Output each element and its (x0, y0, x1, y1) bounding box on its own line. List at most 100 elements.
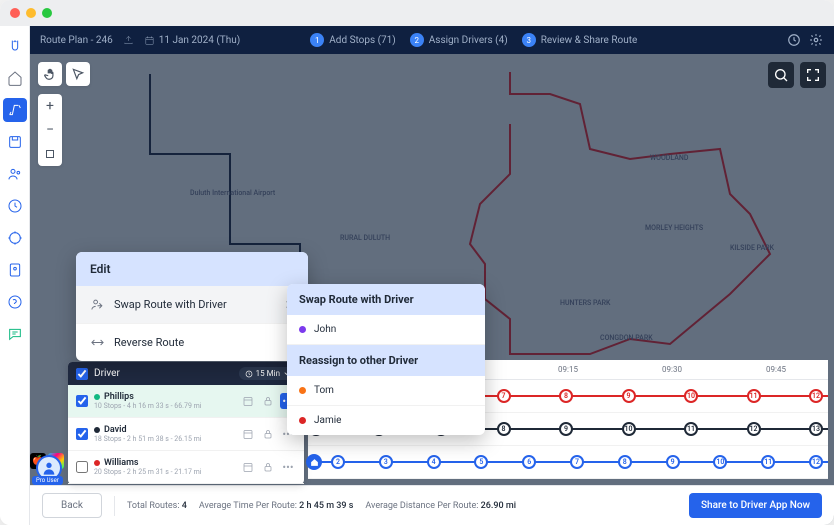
driver-checkbox[interactable] (76, 428, 88, 440)
select-all-drivers[interactable] (76, 368, 88, 380)
timeline-stop[interactable]: 12 (809, 389, 823, 403)
timeline-stop[interactable]: 10 (713, 455, 727, 469)
avg-time-stat: Average Time Per Route: 2 h 45 m 39 s (199, 501, 354, 511)
timeline-stop[interactable]: 8 (559, 389, 573, 403)
driver-panel-header: Driver 15 Min (68, 362, 304, 385)
driver-row[interactable]: David 18 Stops - 2 h 51 m 38 s - 26.15 m… (68, 418, 304, 451)
context-menu: Edit Swap Route with Driver Reverse Rout… (76, 252, 308, 361)
driver-stats: 20 Stops - 2 h 25 m 31 s - 21.17 mi (94, 468, 234, 476)
avg-dist-stat: Average Distance Per Route: 26.90 mi (365, 501, 516, 511)
driver-checkbox[interactable] (76, 461, 88, 473)
footer: Back Total Routes: 4 Average Time Per Ro… (30, 485, 834, 525)
topbar: Route Plan - 246 11 Jan 2024 (Thu) 1Add … (30, 26, 834, 54)
driver-name: Williams (94, 458, 234, 468)
search-map-button[interactable] (768, 62, 794, 88)
timeline-row: 2 3 4 5 6 7 8 9 10 11 12 (308, 446, 828, 479)
sub-header-swap: Swap Route with Driver (287, 284, 485, 315)
logo-icon[interactable] (3, 34, 27, 58)
time-icon[interactable] (3, 194, 27, 218)
more-icon[interactable]: ••• (280, 459, 296, 475)
timeline-stop[interactable]: 7 (570, 455, 584, 469)
driver-name: David (94, 425, 234, 435)
timeline-stop[interactable]: 5 (474, 455, 488, 469)
users-icon[interactable] (3, 162, 27, 186)
titlebar (0, 0, 834, 26)
home-icon[interactable] (3, 66, 27, 90)
timeline-stop[interactable]: 10 (622, 422, 636, 436)
timeline-stop[interactable]: 8 (618, 455, 632, 469)
ctx-swap-route[interactable]: Swap Route with Driver (76, 286, 308, 324)
share-button[interactable]: Share to Driver App Now (689, 493, 822, 518)
timeline-stop[interactable]: 11 (684, 422, 698, 436)
timeline-stop[interactable]: 10 (684, 389, 698, 403)
timeline-stop[interactable]: 12 (747, 422, 761, 436)
schedule-icon[interactable] (240, 426, 256, 442)
app-window: Route Plan - 246 11 Jan 2024 (Thu) 1Add … (0, 0, 834, 525)
driver-checkbox[interactable] (76, 395, 88, 407)
fullscreen-button[interactable] (800, 62, 826, 88)
settings-icon[interactable] (808, 32, 824, 48)
timeline-stop[interactable]: 13 (809, 422, 823, 436)
contacts-icon[interactable] (3, 258, 27, 282)
sub-driver-tom[interactable]: Tom (287, 376, 485, 406)
driver-panel: Driver 15 Min Phillips 10 Stops - 4 h 16… (68, 362, 304, 484)
timeline-stop[interactable]: 7 (497, 389, 511, 403)
lasso-tool[interactable] (66, 62, 90, 86)
ctx-reverse-route[interactable]: Reverse Route (76, 324, 308, 361)
sub-header-reassign: Reassign to other Driver (287, 345, 485, 376)
home-start-icon (306, 454, 322, 470)
timeline-stop[interactable]: 8 (497, 422, 511, 436)
sub-driver-jamie[interactable]: Jamie (287, 406, 485, 435)
calendar-icon (144, 35, 155, 46)
schedule-icon[interactable] (240, 459, 256, 475)
route-icon[interactable] (3, 98, 27, 122)
export-icon[interactable] (123, 35, 134, 46)
history-icon[interactable] (786, 32, 802, 48)
timeline-stop[interactable]: 9 (622, 389, 636, 403)
date-display[interactable]: 11 Jan 2024 (Thu) (144, 35, 241, 46)
context-menu-title: Edit (76, 252, 308, 286)
schedule-icon[interactable] (240, 393, 256, 409)
pro-user-tag: Pro User (32, 476, 63, 485)
help-icon[interactable] (3, 290, 27, 314)
lock-icon[interactable] (260, 393, 276, 409)
maximize-icon[interactable] (42, 8, 52, 18)
timeline-stop[interactable]: 2 (331, 455, 345, 469)
zoom-rect[interactable] (38, 142, 62, 166)
zoom-in[interactable]: + (38, 94, 62, 118)
timeline-stop[interactable]: 12 (809, 455, 823, 469)
target-icon[interactable] (3, 226, 27, 250)
driver-row[interactable]: Phillips 10 Stops - 4 h 16 m 33 s - 66.7… (68, 385, 304, 418)
submenu: Swap Route with Driver John Reassign to … (287, 284, 485, 435)
timeline-stop[interactable]: 11 (761, 455, 775, 469)
driver-stats: 18 Stops - 2 h 51 m 38 s - 26.15 mi (94, 435, 234, 443)
step-3[interactable]: 3Review & Share Route (522, 33, 638, 47)
timeline-stop[interactable]: 3 (379, 455, 393, 469)
sidebar (0, 26, 30, 525)
chat-icon[interactable] (3, 322, 27, 346)
lock-icon[interactable] (260, 426, 276, 442)
timeline-stop[interactable]: 4 (427, 455, 441, 469)
clock-icon (245, 370, 253, 378)
step-2[interactable]: 2Assign Drivers (4) (410, 33, 508, 47)
step-1[interactable]: 1Add Stops (71) (310, 33, 396, 47)
minimize-icon[interactable] (26, 8, 36, 18)
timeline-stop[interactable]: 9 (666, 455, 680, 469)
reverse-icon (90, 335, 105, 350)
timeline-stop[interactable]: 11 (747, 389, 761, 403)
timeline-stop[interactable]: 6 (522, 455, 536, 469)
lock-icon[interactable] (260, 459, 276, 475)
timeline-stop[interactable]: 9 (559, 422, 573, 436)
user-swap-icon (90, 297, 105, 312)
back-button[interactable]: Back (42, 493, 102, 518)
total-routes-stat: Total Routes: 4 (127, 501, 187, 511)
driver-name: Phillips (94, 392, 234, 402)
map[interactable]: Duluth International Airport RURAL DULUT… (30, 54, 834, 525)
sub-driver-john[interactable]: John (287, 315, 485, 345)
pan-tool[interactable] (38, 62, 62, 86)
close-icon[interactable] (10, 8, 20, 18)
route-plan-title: Route Plan - 246 (40, 35, 113, 46)
zoom-out[interactable]: − (38, 118, 62, 142)
driver-row[interactable]: Williams 20 Stops - 2 h 25 m 31 s - 21.1… (68, 451, 304, 484)
save-icon[interactable] (3, 130, 27, 154)
